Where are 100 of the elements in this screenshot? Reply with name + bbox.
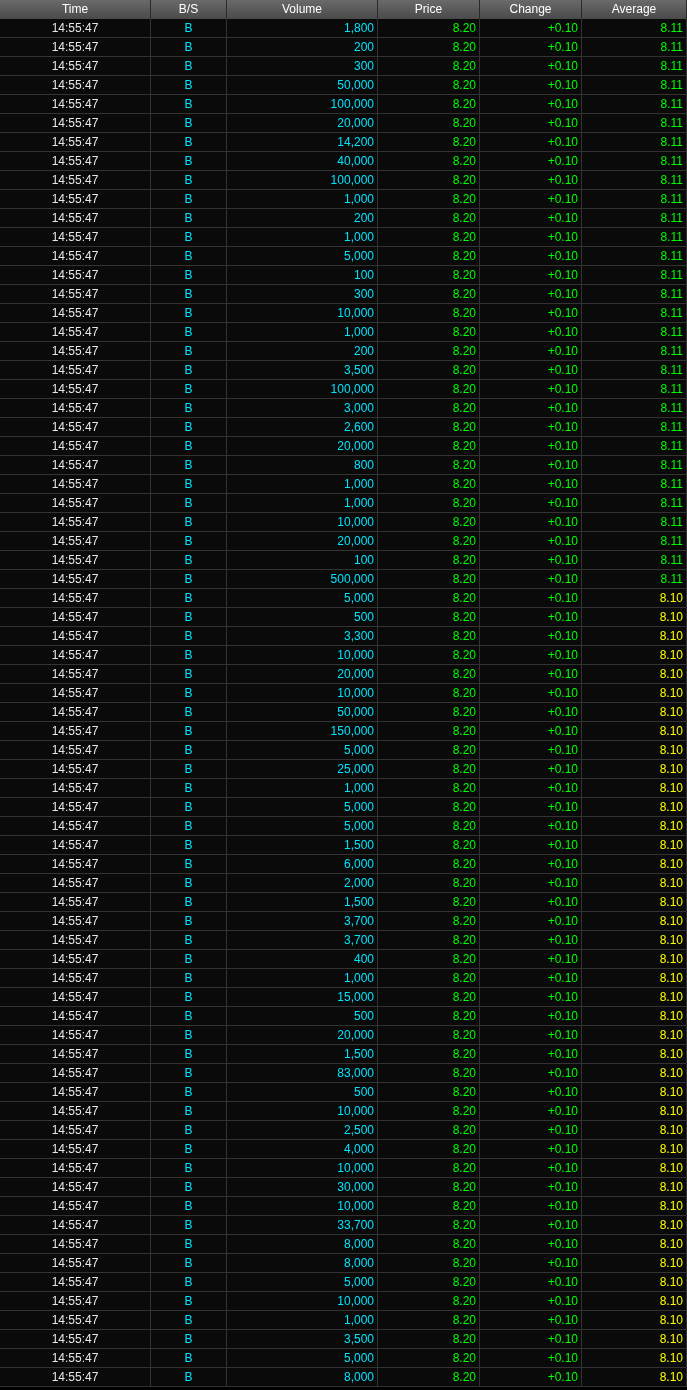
table-cell: 8.20 [378,57,480,76]
table-cell: 3,500 [227,361,378,380]
table-cell: 8.10 [659,1218,683,1232]
table-cell: 8.20 [378,1178,480,1197]
table-cell: 8.11 [660,78,683,92]
table-cell: 8.20 [378,1026,480,1045]
table-cell: 8.20 [378,570,480,589]
table-cell: 20,000 [227,665,378,684]
table-cell: 14:55:47 [0,152,151,171]
table-cell: B [151,931,227,950]
table-cell: +0.10 [480,722,582,741]
table-cell: 14:55:47 [0,1273,151,1292]
table-cell: 8.11 [660,230,683,244]
table-cell: 8.11 [660,553,683,567]
table-cell: +0.10 [480,95,582,114]
table-cell: 20,000 [227,437,378,456]
table-cell: 8.20 [378,133,480,152]
table-cell: 2,500 [227,1121,378,1140]
table-cell: 5,000 [227,817,378,836]
table-cell: 8.20 [378,722,480,741]
table-cell: 14:55:47 [0,1121,151,1140]
table-cell: 8.11 [660,97,683,111]
table-cell: B [151,608,227,627]
table-cell: B [151,1178,227,1197]
table-cell: 14:55:47 [0,1007,151,1026]
table-cell: 14:55:47 [0,1159,151,1178]
table-cell: +0.10 [480,133,582,152]
table-cell: B [151,152,227,171]
table-cell: 14:55:47 [0,171,151,190]
table-cell: 14:55:47 [0,1368,151,1387]
table-cell: 14:55:47 [0,95,151,114]
table-cell: 8.20 [378,760,480,779]
table-cell: +0.10 [480,1121,582,1140]
table-cell: 14:55:47 [0,456,151,475]
table-cell: 3,500 [227,1330,378,1349]
table-cell: 20,000 [227,532,378,551]
table-cell: 8.20 [378,627,480,646]
table-cell: 100 [227,551,378,570]
table-cell: +0.10 [480,304,582,323]
table-cell: 8.20 [378,855,480,874]
table-cell: 30,000 [227,1178,378,1197]
table-cell: 8.10 [659,952,683,966]
table-cell: 14:55:47 [0,114,151,133]
table-cell: 14:55:47 [0,798,151,817]
table-cell: +0.10 [480,608,582,627]
table-cell: 8.11 [660,154,683,168]
table-cell: 8.11 [660,287,683,301]
table-cell: 14:55:47 [0,1140,151,1159]
table-cell: B [151,1330,227,1349]
table-cell: 8.20 [378,1254,480,1273]
table-cell: B [151,1273,227,1292]
table-cell: 8,000 [227,1254,378,1273]
table-cell: 8.11 [660,40,683,54]
table-cell: 8.20 [378,76,480,95]
table-cell: 8,000 [227,1235,378,1254]
table-cell: B [151,722,227,741]
table-cell: +0.10 [480,836,582,855]
table-cell: +0.10 [480,1311,582,1330]
table-cell: 8.20 [378,1349,480,1368]
table-cell: 8.11 [660,496,683,510]
table-cell: B [151,1064,227,1083]
table-cell: +0.10 [480,855,582,874]
table-cell: 14:55:47 [0,1197,151,1216]
table-cell: B [151,1368,227,1387]
table-cell: B [151,684,227,703]
table-cell: 8.20 [378,1083,480,1102]
table-cell: 8.20 [378,1330,480,1349]
table-cell: +0.10 [480,1007,582,1026]
table-cell: 8.20 [378,1311,480,1330]
table-cell: +0.10 [480,1368,582,1387]
table-cell: B [151,1045,227,1064]
table-cell: 8.20 [378,798,480,817]
table-cell: +0.10 [480,323,582,342]
table-cell: B [151,1216,227,1235]
table-cell: B [151,1159,227,1178]
table-cell: 14:55:47 [0,76,151,95]
table-cell: +0.10 [480,1216,582,1235]
table-cell: B [151,399,227,418]
table-cell: 8.11 [660,135,683,149]
table-cell: +0.10 [480,1197,582,1216]
table-cell: 50,000 [227,703,378,722]
table-cell: 200 [227,342,378,361]
table-cell: 14:55:47 [0,1292,151,1311]
table-cell: 14:55:47 [0,285,151,304]
table-cell: 8.10 [659,1009,683,1023]
table-cell: 1,000 [227,228,378,247]
table-cell: 8.20 [378,1007,480,1026]
table-cell: 14:55:47 [0,684,151,703]
table-cell: +0.10 [480,1349,582,1368]
table-cell: 8.20 [378,817,480,836]
table-cell: B [151,912,227,931]
table-cell: 8.11 [660,116,683,130]
table-cell: +0.10 [480,551,582,570]
table-cell: 200 [227,209,378,228]
table-cell: B [151,760,227,779]
table-cell: B [151,1197,227,1216]
table-cell: 10,000 [227,304,378,323]
table-cell: 8.20 [378,1159,480,1178]
table-cell: 8.11 [660,211,683,225]
table-cell: 8.20 [378,171,480,190]
